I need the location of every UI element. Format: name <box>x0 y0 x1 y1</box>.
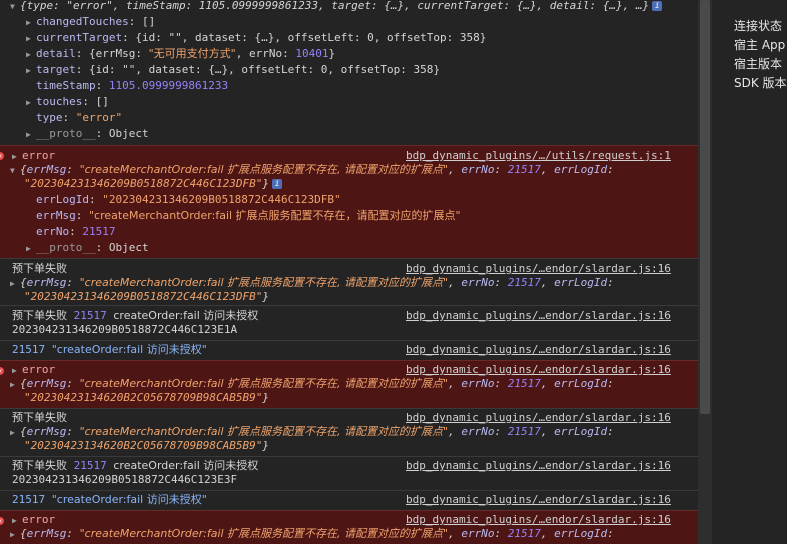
error-icon: ✕ <box>0 517 4 525</box>
prop-target[interactable]: ▶ target: {id: "", dataset: {…}, offsetLe… <box>26 62 440 78</box>
log-text: 21517 "createOrder:fail 访问未授权" <box>12 493 207 506</box>
prop-errLogId: errLogId: "202304231346209B0518872C446C1… <box>36 193 341 206</box>
console-log-entry: 预下单失败 21517 createOrder:fail 访问未授权 bdp_d… <box>0 305 698 340</box>
expand-triangle-icon[interactable]: ▼ <box>10 0 20 15</box>
expand-triangle-icon[interactable]: ▶ <box>10 425 20 441</box>
error-object-summary[interactable]: ▶ {errMsg: "createMerchantOrder:fail 扩展点服… <box>10 526 614 542</box>
prop-errNo: errNo: 21517 <box>36 225 116 238</box>
source-link[interactable]: bdp_dynamic_plugins/…endor/slardar.js:16 <box>406 492 671 508</box>
console-log-entry: 预下单失败 bdp_dynamic_plugins/…endor/slardar… <box>0 258 698 305</box>
error-object-summary-cont: "202304231346209B0518872C446C123DFB"} i <box>24 176 283 192</box>
source-link[interactable]: bdp_dynamic_plugins/…endor/slardar.js:16 <box>406 458 671 474</box>
prop-timeStamp: timeStamp: 1105.0999999861233 <box>36 79 229 92</box>
info-side-panel: 连接状态 宿主 App 宿主版本 SDK 版本 <box>712 0 787 544</box>
expand-triangle-icon[interactable]: ▶ <box>10 527 20 543</box>
expand-triangle-icon[interactable]: ▶ <box>26 127 36 143</box>
log-id: 202304231346209B0518872C446C123E3F <box>12 473 238 486</box>
expand-triangle-icon[interactable]: ▶ <box>26 31 36 47</box>
prop-changedTouches[interactable]: ▶ changedTouches: [] <box>26 14 155 30</box>
prop-currentTarget[interactable]: ▶ currentTarget: {id: "", dataset: {…}, o… <box>26 30 486 46</box>
prop-type: type: "error" <box>36 111 123 124</box>
side-item-connection-status: 连接状态 <box>734 19 783 33</box>
console-log-entry: 预下单失败 21517 createOrder:fail 访问未授权 bdp_d… <box>0 456 698 491</box>
prop-detail[interactable]: ▶ detail: {errMsg: "无可用支付方式", errNo: 1040… <box>26 46 335 62</box>
console-log-entry: 21517 "createOrder:fail 访问未授权" bdp_dynam… <box>0 340 698 360</box>
error-icon: ✕ <box>0 152 4 160</box>
console-log-entry: 21517 "createOrder:fail 访问未授权" bdp_dynam… <box>0 490 698 510</box>
expand-triangle-icon[interactable]: ▶ <box>10 377 20 393</box>
error-icon: ✕ <box>0 367 4 375</box>
prop-proto[interactable]: ▶ __proto__: Object <box>26 240 149 256</box>
error-object-summary-cont: "20230423134620B2C05678709B98CAB5B9"} <box>24 391 270 404</box>
log-id: 202304231346209B0518872C446C123E1A <box>12 323 238 336</box>
source-link[interactable]: bdp_dynamic_plugins/…endor/slardar.js:16 <box>406 308 671 324</box>
expand-triangle-icon[interactable]: ▶ <box>26 95 36 111</box>
prop-errMsg: errMsg: "createMerchantOrder:fail 扩展点服务配… <box>36 209 461 222</box>
source-link[interactable]: bdp_dynamic_plugins/…endor/slardar.js:16 <box>406 342 671 358</box>
console-log-entry: 预下单失败 bdp_dynamic_plugins/…endor/slardar… <box>0 408 698 456</box>
console-panel: ▼ {type: "error", timeStamp: 1105.0999999… <box>0 0 698 544</box>
info-icon: i <box>272 179 283 189</box>
expand-triangle-icon[interactable]: ▶ <box>10 276 20 292</box>
expand-triangle-icon[interactable]: ▶ <box>26 63 36 79</box>
prop-touches[interactable]: ▶ touches: [] <box>26 94 109 110</box>
expand-triangle-icon[interactable]: ▶ <box>26 47 36 63</box>
expand-triangle-icon[interactable]: ▶ <box>26 241 36 257</box>
prop-proto[interactable]: ▶ __proto__: Object <box>26 126 149 142</box>
info-icon: i <box>652 1 663 11</box>
expand-triangle-icon[interactable]: ▶ <box>26 15 36 31</box>
side-item-host-app: 宿主 App <box>734 38 786 52</box>
side-item-sdk-version: SDK 版本 <box>734 76 787 90</box>
console-error-entry: ✕ ▶error bdp_dynamic_plugins/…endor/slar… <box>0 360 698 408</box>
log-object-summary-cont: "20230423134620B2C05678709B98CAB5B9"} <box>24 439 270 452</box>
console-error-entry: ✕ ▶error bdp_dynamic_plugins/…endor/slar… <box>0 510 698 544</box>
side-item-host-version: 宿主版本 <box>734 57 783 71</box>
console-error-entry: ✕ ▶error bdp_dynamic_plugins/…/utils/req… <box>0 145 698 258</box>
console-scrollbar[interactable] <box>698 0 712 544</box>
log-object-summary-cont: "202304231346209B0518872C446C123DFB"} <box>24 290 270 303</box>
object-summary[interactable]: ▼ {type: "error", timeStamp: 1105.0999999… <box>10 0 663 15</box>
scrollbar-thumb[interactable] <box>700 0 710 414</box>
expand-triangle-icon[interactable]: ▼ <box>10 163 20 179</box>
log-text: 21517 "createOrder:fail 访问未授权" <box>12 343 207 356</box>
